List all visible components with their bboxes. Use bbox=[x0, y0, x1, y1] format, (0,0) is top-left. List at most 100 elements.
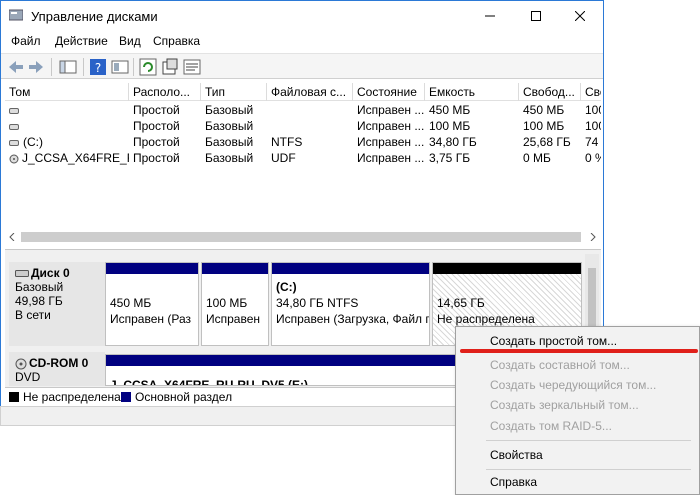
drive-icon bbox=[9, 107, 19, 114]
primary-partition-bar bbox=[202, 263, 268, 274]
scroll-right-icon[interactable] bbox=[589, 233, 597, 241]
back-icon[interactable] bbox=[7, 58, 25, 76]
volume-status: Исправен ... bbox=[357, 151, 425, 165]
volume-free: 25,68 ГБ bbox=[523, 135, 571, 149]
maximize-button[interactable] bbox=[513, 1, 559, 31]
volume-free: 450 МБ bbox=[523, 103, 565, 117]
volume-name: (C:) bbox=[5, 134, 129, 150]
disk-0-label: Диск 0 bbox=[15, 266, 99, 280]
volume-status: Исправен ... bbox=[357, 103, 425, 117]
scrollbar-thumb[interactable] bbox=[21, 232, 581, 242]
partition-status: Исправен (Раз bbox=[110, 312, 191, 326]
volume-free-percent: 100 bbox=[585, 119, 601, 133]
partition-recovery[interactable]: 100 МБ Исправен bbox=[201, 262, 269, 346]
title-bar: Управление дисками bbox=[1, 1, 603, 31]
volume-type: Базовый bbox=[205, 151, 254, 165]
menu-help-item[interactable]: Справка bbox=[490, 475, 537, 489]
col-header-volume[interactable]: Том bbox=[5, 83, 129, 101]
volume-type: Базовый bbox=[205, 103, 254, 117]
menu-bar: Файл Действие Вид Справка bbox=[1, 31, 603, 51]
volume-layout: Простой bbox=[133, 103, 180, 117]
help-icon[interactable]: ? bbox=[89, 58, 107, 76]
partition-size: 14,65 ГБ bbox=[437, 296, 485, 310]
col-header-capacity[interactable]: Емкость bbox=[425, 83, 519, 101]
partition-size: 100 МБ bbox=[206, 296, 248, 310]
menu-action[interactable]: Действие bbox=[55, 34, 108, 48]
toolbar-separator bbox=[83, 58, 84, 76]
menu-separator bbox=[486, 440, 691, 441]
volume-row[interactable]: J_CCSA_X64FRE_R... Простой Базовый UDF И… bbox=[5, 150, 601, 166]
disk-0-info[interactable]: Диск 0 Базовый 49,98 ГБ В сети bbox=[9, 262, 105, 346]
volume-capacity: 450 МБ bbox=[429, 103, 471, 117]
minimize-button[interactable] bbox=[467, 1, 513, 31]
volume-free-percent: 74 bbox=[585, 135, 599, 149]
col-header-type[interactable]: Тип bbox=[201, 83, 267, 101]
volume-filesystem: UDF bbox=[271, 151, 296, 165]
volume-free-percent: 100 bbox=[585, 103, 601, 117]
context-menu: Создать простой том... Создать составной… bbox=[455, 326, 700, 495]
volume-layout: Простой bbox=[133, 119, 180, 133]
col-header-free-percent[interactable]: Сво bbox=[581, 83, 601, 101]
volume-capacity: 100 МБ bbox=[429, 119, 471, 133]
legend-unallocated-swatch bbox=[9, 392, 19, 402]
highlight-underline bbox=[460, 349, 698, 353]
toolbar: ? bbox=[1, 53, 603, 79]
menu-create-simple-volume[interactable]: Создать простой том... bbox=[490, 334, 617, 348]
cdrom-0-info[interactable]: CD-ROM 0 DVD bbox=[9, 352, 105, 386]
volume-list-scrollbar[interactable] bbox=[5, 229, 601, 245]
col-header-free[interactable]: Свобод... bbox=[519, 83, 581, 101]
legend-unallocated-label: Не распределена bbox=[23, 390, 121, 404]
cdrom-0-label: CD-ROM 0 bbox=[15, 356, 99, 370]
col-header-filesystem[interactable]: Файловая с... bbox=[267, 83, 353, 101]
window-title: Управление дисками bbox=[31, 9, 158, 24]
unallocated-bar bbox=[433, 263, 581, 274]
menu-create-spanned-volume[interactable]: Создать составной том... bbox=[490, 358, 630, 372]
partition-name: (C:) bbox=[276, 280, 297, 294]
volume-layout: Простой bbox=[133, 135, 180, 149]
partition-status: Исправен (Загрузка, Файл г bbox=[276, 312, 430, 326]
volume-free: 100 МБ bbox=[523, 119, 565, 133]
legend-primary-swatch bbox=[121, 392, 131, 402]
partition-size: 34,80 ГБ NTFS bbox=[276, 296, 359, 310]
volume-status: Исправен ... bbox=[357, 135, 425, 149]
volume-type: Базовый bbox=[205, 135, 254, 149]
volume-row[interactable]: Простой Базовый Исправен ... 450 МБ 450 … bbox=[5, 102, 601, 118]
volume-filesystem bbox=[267, 118, 353, 134]
partition-size: 450 МБ bbox=[110, 296, 152, 310]
minimize-icon bbox=[485, 15, 495, 17]
volume-type: Базовый bbox=[205, 119, 254, 133]
menu-create-mirrored-volume[interactable]: Создать зеркальный том... bbox=[490, 398, 639, 412]
volume-free: 0 МБ bbox=[523, 151, 551, 165]
partition-c-drive[interactable]: (C:) 34,80 ГБ NTFS Исправен (Загрузка, Ф… bbox=[271, 262, 430, 346]
refresh-icon[interactable] bbox=[139, 58, 157, 76]
menu-properties[interactable]: Свойства bbox=[490, 448, 543, 462]
volume-row[interactable]: Простой Базовый Исправен ... 100 МБ 100 … bbox=[5, 118, 601, 134]
menu-view[interactable]: Вид bbox=[119, 34, 141, 48]
cdrom-0-type: DVD bbox=[15, 370, 41, 384]
col-header-layout[interactable]: Располо... bbox=[129, 83, 201, 101]
disk-0-type: Базовый bbox=[15, 280, 64, 294]
close-button[interactable] bbox=[557, 1, 603, 31]
menu-file[interactable]: Файл bbox=[11, 34, 41, 48]
disk-0-state: В сети bbox=[15, 308, 51, 322]
partition-system-reserved[interactable]: 450 МБ Исправен (Раз bbox=[105, 262, 199, 346]
volume-row[interactable]: (C:) Простой Базовый NTFS Исправен ... 3… bbox=[5, 134, 601, 150]
maximize-icon bbox=[531, 11, 541, 21]
drive-icon bbox=[9, 123, 19, 130]
volume-layout: Простой bbox=[133, 151, 180, 165]
menu-create-striped-volume[interactable]: Создать чередующийся том... bbox=[490, 378, 656, 392]
volume-capacity: 3,75 ГБ bbox=[429, 151, 471, 165]
disk-management-icon bbox=[9, 9, 23, 21]
settings-icon[interactable] bbox=[183, 58, 201, 76]
forward-icon[interactable] bbox=[27, 58, 45, 76]
menu-create-raid5-volume[interactable]: Создать том RAID-5... bbox=[490, 419, 612, 433]
scroll-left-icon[interactable] bbox=[8, 233, 16, 241]
volume-status: Исправен ... bbox=[357, 119, 425, 133]
console-tree-icon[interactable] bbox=[59, 58, 77, 76]
properties-icon[interactable] bbox=[161, 58, 179, 76]
volume-filesystem bbox=[267, 102, 353, 118]
view-icon[interactable] bbox=[111, 58, 129, 76]
menu-help[interactable]: Справка bbox=[153, 34, 200, 48]
dvd-drive-icon bbox=[15, 358, 27, 370]
col-header-status[interactable]: Состояние bbox=[353, 83, 425, 101]
